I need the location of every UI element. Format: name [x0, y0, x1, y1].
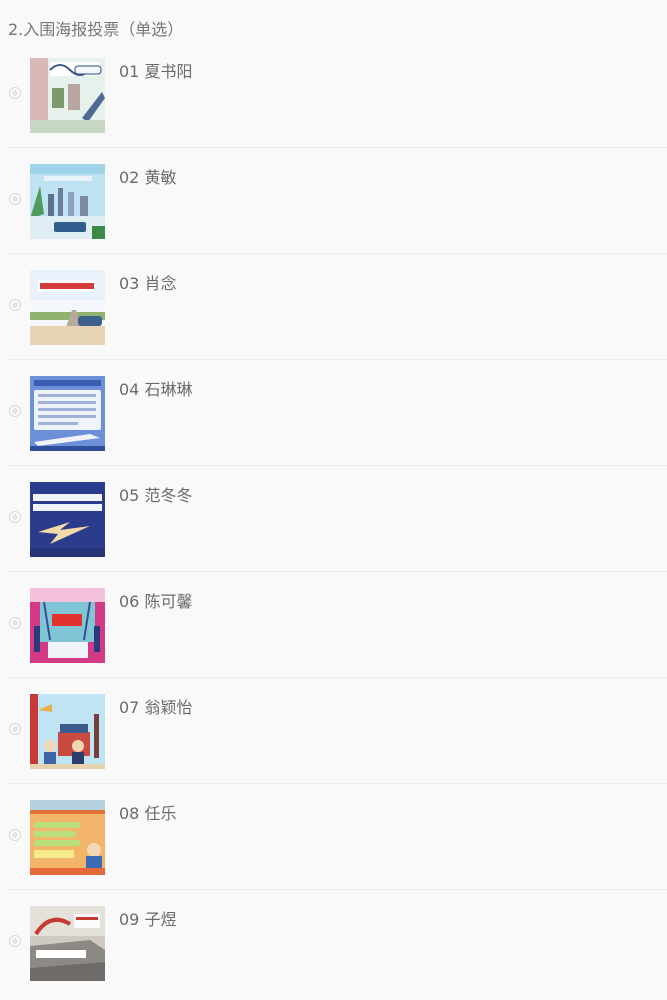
option-label: 02 黄敏 [119, 168, 177, 187]
option-item-04[interactable]: 04 石琳琳 [8, 360, 667, 466]
poster-thumbnail[interactable] [30, 588, 105, 663]
option-label: 05 范冬冬 [119, 486, 193, 505]
option-item-01[interactable]: 01 夏书阳 [8, 42, 667, 148]
poster-thumbnail[interactable] [30, 270, 105, 345]
option-label: 03 肖念 [119, 274, 177, 293]
poster-thumbnail[interactable] [30, 694, 105, 769]
radio-button[interactable] [9, 299, 21, 311]
option-label: 06 陈可馨 [119, 592, 193, 611]
option-item-03[interactable]: 03 肖念 [8, 254, 667, 360]
poster-thumbnail[interactable] [30, 482, 105, 557]
option-label: 07 翁颖怡 [119, 698, 193, 717]
option-label: 04 石琳琳 [119, 380, 193, 399]
radio-button[interactable] [9, 617, 21, 629]
option-list: 01 夏书阳 02 黄敏 03 肖念 04 石琳琳 05 范冬冬 06 陈可馨 … [0, 42, 667, 996]
poster-thumbnail[interactable] [30, 800, 105, 875]
option-item-09[interactable]: 09 子煜 [8, 890, 667, 996]
radio-button[interactable] [9, 723, 21, 735]
option-item-05[interactable]: 05 范冬冬 [8, 466, 667, 572]
poster-thumbnail[interactable] [30, 906, 105, 981]
poster-thumbnail[interactable] [30, 58, 105, 133]
option-item-02[interactable]: 02 黄敏 [8, 148, 667, 254]
option-label: 08 任乐 [119, 804, 177, 823]
option-label: 09 子煜 [119, 910, 177, 929]
radio-button[interactable] [9, 193, 21, 205]
poster-thumbnail[interactable] [30, 376, 105, 451]
radio-button[interactable] [9, 511, 21, 523]
option-item-08[interactable]: 08 任乐 [8, 784, 667, 890]
radio-button[interactable] [9, 829, 21, 841]
radio-button[interactable] [9, 87, 21, 99]
option-item-06[interactable]: 06 陈可馨 [8, 572, 667, 678]
radio-button[interactable] [9, 405, 21, 417]
radio-button[interactable] [9, 935, 21, 947]
question-title: 2.入围海报投票（单选） [8, 20, 184, 39]
poster-thumbnail[interactable] [30, 164, 105, 239]
option-item-07[interactable]: 07 翁颖怡 [8, 678, 667, 784]
option-label: 01 夏书阳 [119, 62, 193, 81]
